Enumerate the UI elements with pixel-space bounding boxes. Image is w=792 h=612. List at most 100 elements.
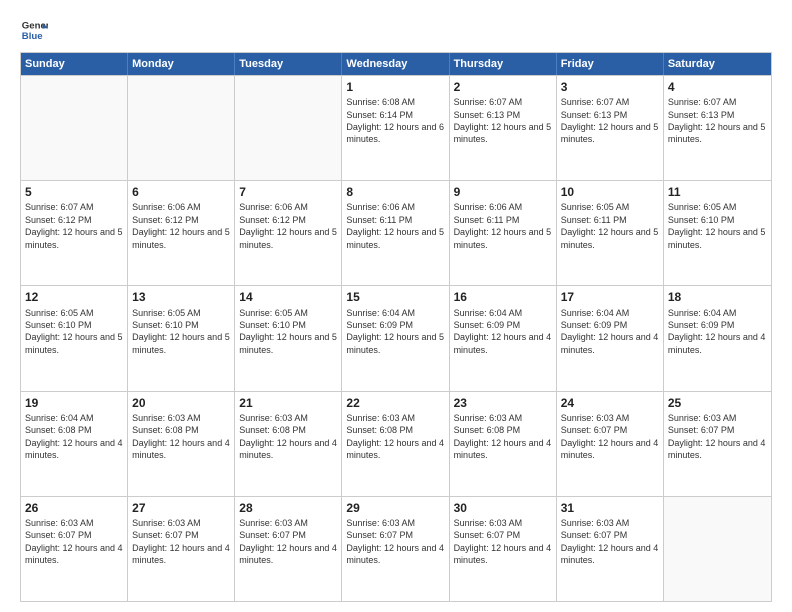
day-info: Sunrise: 6:08 AM Sunset: 6:14 PM Dayligh… bbox=[346, 96, 444, 146]
day-number: 16 bbox=[454, 289, 552, 305]
day-cell-11: 11Sunrise: 6:05 AM Sunset: 6:10 PM Dayli… bbox=[664, 181, 771, 285]
day-info: Sunrise: 6:03 AM Sunset: 6:08 PM Dayligh… bbox=[454, 412, 552, 462]
day-cell-31: 31Sunrise: 6:03 AM Sunset: 6:07 PM Dayli… bbox=[557, 497, 664, 601]
day-number: 11 bbox=[668, 184, 767, 200]
day-cell-2: 2Sunrise: 6:07 AM Sunset: 6:13 PM Daylig… bbox=[450, 76, 557, 180]
day-number: 22 bbox=[346, 395, 444, 411]
day-cell-21: 21Sunrise: 6:03 AM Sunset: 6:08 PM Dayli… bbox=[235, 392, 342, 496]
day-cell-8: 8Sunrise: 6:06 AM Sunset: 6:11 PM Daylig… bbox=[342, 181, 449, 285]
day-number: 15 bbox=[346, 289, 444, 305]
calendar-header: SundayMondayTuesdayWednesdayThursdayFrid… bbox=[21, 53, 771, 75]
day-number: 8 bbox=[346, 184, 444, 200]
day-cell-25: 25Sunrise: 6:03 AM Sunset: 6:07 PM Dayli… bbox=[664, 392, 771, 496]
day-cell-13: 13 Sunrise: 6:05 AM Sunset: 6:10 PM Dayli… bbox=[128, 286, 235, 390]
weekday-header-thursday: Thursday bbox=[450, 53, 557, 75]
day-number: 21 bbox=[239, 395, 337, 411]
calendar-row-3: 12 Sunrise: 6:05 AM Sunset: 6:10 PM Dayli… bbox=[21, 285, 771, 390]
day-info: Sunrise: 6:03 AM Sunset: 6:08 PM Dayligh… bbox=[346, 412, 444, 462]
day-number: 9 bbox=[454, 184, 552, 200]
day-number: 29 bbox=[346, 500, 444, 516]
weekday-header-tuesday: Tuesday bbox=[235, 53, 342, 75]
day-info: Sunrise: 6:06 AM Sunset: 6:12 PM Dayligh… bbox=[132, 201, 230, 251]
day-info: Sunrise: 6:05 AM Sunset: 6:10 PM Dayligh… bbox=[239, 307, 337, 357]
weekday-header-friday: Friday bbox=[557, 53, 664, 75]
day-cell-17: 17Sunrise: 6:04 AM Sunset: 6:09 PM Dayli… bbox=[557, 286, 664, 390]
day-info: Sunrise: 6:03 AM Sunset: 6:07 PM Dayligh… bbox=[239, 517, 337, 567]
empty-cell bbox=[21, 76, 128, 180]
calendar-row-1: 1Sunrise: 6:08 AM Sunset: 6:14 PM Daylig… bbox=[21, 75, 771, 180]
day-number: 28 bbox=[239, 500, 337, 516]
logo: General Blue bbox=[20, 16, 48, 44]
day-cell-23: 23Sunrise: 6:03 AM Sunset: 6:08 PM Dayli… bbox=[450, 392, 557, 496]
day-number: 25 bbox=[668, 395, 767, 411]
empty-cell bbox=[664, 497, 771, 601]
empty-cell bbox=[235, 76, 342, 180]
logo-icon: General Blue bbox=[20, 16, 48, 44]
calendar-body: 1Sunrise: 6:08 AM Sunset: 6:14 PM Daylig… bbox=[21, 75, 771, 601]
day-cell-26: 26Sunrise: 6:03 AM Sunset: 6:07 PM Dayli… bbox=[21, 497, 128, 601]
weekday-header-saturday: Saturday bbox=[664, 53, 771, 75]
day-cell-5: 5Sunrise: 6:07 AM Sunset: 6:12 PM Daylig… bbox=[21, 181, 128, 285]
day-cell-9: 9Sunrise: 6:06 AM Sunset: 6:11 PM Daylig… bbox=[450, 181, 557, 285]
day-info: Sunrise: 6:03 AM Sunset: 6:07 PM Dayligh… bbox=[668, 412, 767, 462]
day-info: Sunrise: 6:05 AM Sunset: 6:11 PM Dayligh… bbox=[561, 201, 659, 251]
day-info: Sunrise: 6:07 AM Sunset: 6:13 PM Dayligh… bbox=[668, 96, 767, 146]
day-info: Sunrise: 6:06 AM Sunset: 6:12 PM Dayligh… bbox=[239, 201, 337, 251]
day-cell-28: 28Sunrise: 6:03 AM Sunset: 6:07 PM Dayli… bbox=[235, 497, 342, 601]
day-info: Sunrise: 6:07 AM Sunset: 6:12 PM Dayligh… bbox=[25, 201, 123, 251]
day-number: 2 bbox=[454, 79, 552, 95]
day-info: Sunrise: 6:04 AM Sunset: 6:09 PM Dayligh… bbox=[561, 307, 659, 357]
day-cell-3: 3Sunrise: 6:07 AM Sunset: 6:13 PM Daylig… bbox=[557, 76, 664, 180]
day-cell-7: 7Sunrise: 6:06 AM Sunset: 6:12 PM Daylig… bbox=[235, 181, 342, 285]
day-info: Sunrise: 6:03 AM Sunset: 6:07 PM Dayligh… bbox=[25, 517, 123, 567]
day-cell-22: 22Sunrise: 6:03 AM Sunset: 6:08 PM Dayli… bbox=[342, 392, 449, 496]
day-cell-4: 4Sunrise: 6:07 AM Sunset: 6:13 PM Daylig… bbox=[664, 76, 771, 180]
day-info: Sunrise: 6:05 AM Sunset: 6:10 PM Dayligh… bbox=[132, 307, 230, 357]
day-cell-30: 30Sunrise: 6:03 AM Sunset: 6:07 PM Dayli… bbox=[450, 497, 557, 601]
day-number: 26 bbox=[25, 500, 123, 516]
day-cell-12: 12 Sunrise: 6:05 AM Sunset: 6:10 PM Dayli… bbox=[21, 286, 128, 390]
day-number: 5 bbox=[25, 184, 123, 200]
day-info: Sunrise: 6:03 AM Sunset: 6:07 PM Dayligh… bbox=[132, 517, 230, 567]
day-number: 27 bbox=[132, 500, 230, 516]
weekday-header-wednesday: Wednesday bbox=[342, 53, 449, 75]
weekday-header-monday: Monday bbox=[128, 53, 235, 75]
day-number: 13 bbox=[132, 289, 230, 305]
day-number: 12 bbox=[25, 289, 123, 305]
day-info: Sunrise: 6:04 AM Sunset: 6:09 PM Dayligh… bbox=[346, 307, 444, 357]
day-info: Sunrise: 6:03 AM Sunset: 6:07 PM Dayligh… bbox=[346, 517, 444, 567]
day-number: 18 bbox=[668, 289, 767, 305]
day-number: 30 bbox=[454, 500, 552, 516]
day-number: 23 bbox=[454, 395, 552, 411]
day-number: 14 bbox=[239, 289, 337, 305]
calendar-row-2: 5Sunrise: 6:07 AM Sunset: 6:12 PM Daylig… bbox=[21, 180, 771, 285]
day-number: 1 bbox=[346, 79, 444, 95]
day-info: Sunrise: 6:03 AM Sunset: 6:08 PM Dayligh… bbox=[239, 412, 337, 462]
day-number: 31 bbox=[561, 500, 659, 516]
day-cell-29: 29Sunrise: 6:03 AM Sunset: 6:07 PM Dayli… bbox=[342, 497, 449, 601]
day-info: Sunrise: 6:04 AM Sunset: 6:08 PM Dayligh… bbox=[25, 412, 123, 462]
day-info: Sunrise: 6:07 AM Sunset: 6:13 PM Dayligh… bbox=[561, 96, 659, 146]
day-info: Sunrise: 6:06 AM Sunset: 6:11 PM Dayligh… bbox=[454, 201, 552, 251]
day-info: Sunrise: 6:03 AM Sunset: 6:07 PM Dayligh… bbox=[454, 517, 552, 567]
day-info: Sunrise: 6:06 AM Sunset: 6:11 PM Dayligh… bbox=[346, 201, 444, 251]
day-cell-6: 6Sunrise: 6:06 AM Sunset: 6:12 PM Daylig… bbox=[128, 181, 235, 285]
day-cell-20: 20Sunrise: 6:03 AM Sunset: 6:08 PM Dayli… bbox=[128, 392, 235, 496]
day-cell-24: 24Sunrise: 6:03 AM Sunset: 6:07 PM Dayli… bbox=[557, 392, 664, 496]
calendar-row-5: 26Sunrise: 6:03 AM Sunset: 6:07 PM Dayli… bbox=[21, 496, 771, 601]
day-number: 3 bbox=[561, 79, 659, 95]
calendar-row-4: 19Sunrise: 6:04 AM Sunset: 6:08 PM Dayli… bbox=[21, 391, 771, 496]
day-info: Sunrise: 6:05 AM Sunset: 6:10 PM Dayligh… bbox=[25, 307, 123, 357]
day-info: Sunrise: 6:05 AM Sunset: 6:10 PM Dayligh… bbox=[668, 201, 767, 251]
day-info: Sunrise: 6:03 AM Sunset: 6:08 PM Dayligh… bbox=[132, 412, 230, 462]
day-cell-14: 14 Sunrise: 6:05 AM Sunset: 6:10 PM Dayli… bbox=[235, 286, 342, 390]
day-cell-10: 10Sunrise: 6:05 AM Sunset: 6:11 PM Dayli… bbox=[557, 181, 664, 285]
day-cell-1: 1Sunrise: 6:08 AM Sunset: 6:14 PM Daylig… bbox=[342, 76, 449, 180]
weekday-header-sunday: Sunday bbox=[21, 53, 128, 75]
day-info: Sunrise: 6:07 AM Sunset: 6:13 PM Dayligh… bbox=[454, 96, 552, 146]
day-number: 19 bbox=[25, 395, 123, 411]
day-cell-15: 15 Sunrise: 6:04 AM Sunset: 6:09 PM Dayli… bbox=[342, 286, 449, 390]
day-info: Sunrise: 6:04 AM Sunset: 6:09 PM Dayligh… bbox=[668, 307, 767, 357]
day-number: 4 bbox=[668, 79, 767, 95]
day-number: 6 bbox=[132, 184, 230, 200]
